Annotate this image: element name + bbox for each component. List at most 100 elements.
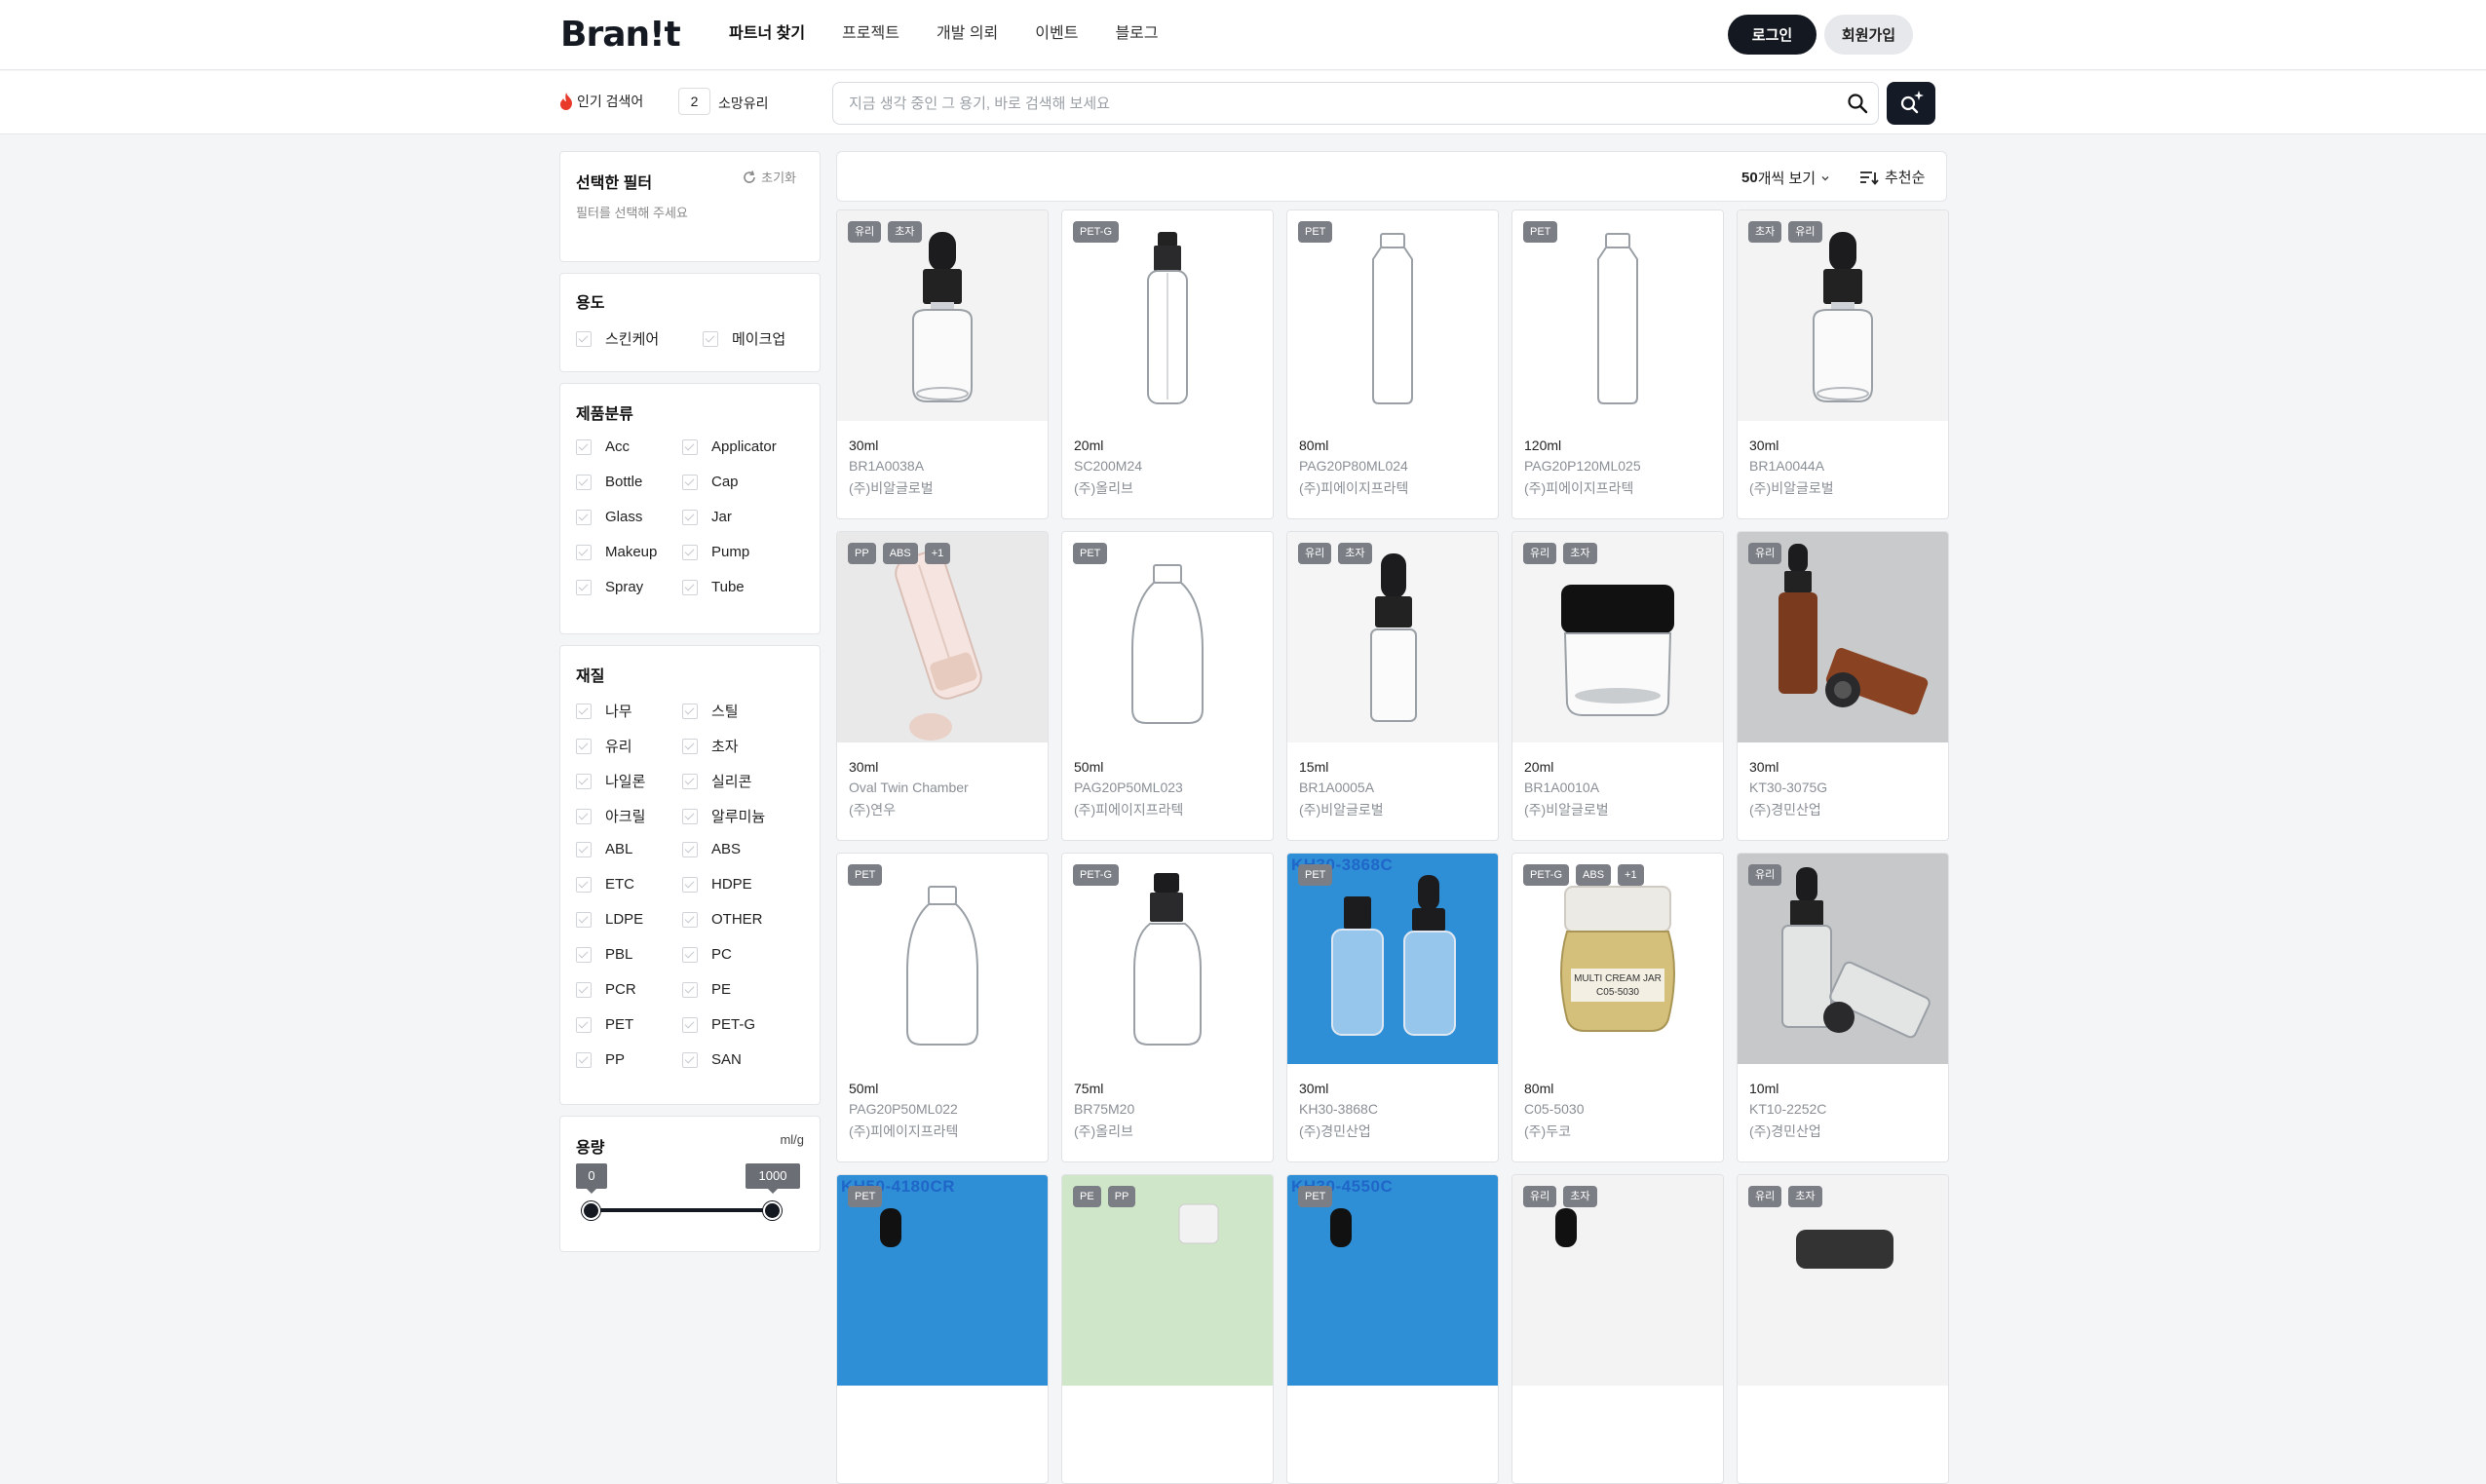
checkbox-box[interactable] — [576, 703, 592, 719]
product-card[interactable]: PET 50ml PAG20P50ML022 (주)피에이지프라텍 — [836, 853, 1049, 1162]
reset-filters-button[interactable]: 초기화 — [742, 168, 796, 186]
material-checkbox[interactable]: PP — [576, 1051, 625, 1068]
ai-search-button[interactable] — [1887, 82, 1935, 125]
product-card[interactable]: PET 50ml PAG20P50ML023 (주)피에이지프라텍 — [1061, 531, 1274, 841]
checkbox-box[interactable] — [576, 509, 592, 525]
checkbox-box[interactable] — [576, 1016, 592, 1033]
checkbox-box[interactable] — [682, 911, 698, 928]
material-checkbox[interactable]: PET-G — [682, 1016, 755, 1033]
category-checkbox-jar[interactable]: Jar — [682, 509, 732, 525]
material-checkbox[interactable]: ETC — [576, 876, 634, 893]
product-card[interactable]: 유리 30ml KT30-3075G (주)경민산업 — [1737, 531, 1949, 841]
product-card[interactable]: PP ABS +1 30ml Oval Twin Chamber (주)연우 — [836, 531, 1049, 841]
capacity-max-thumb[interactable] — [763, 1201, 782, 1220]
usage-makeup-checkbox[interactable]: 메이크업 — [703, 328, 785, 349]
checkbox-box[interactable] — [703, 330, 718, 347]
material-checkbox[interactable]: PCR — [576, 981, 636, 998]
checkbox-box[interactable] — [576, 474, 592, 490]
checkbox-box[interactable] — [576, 808, 592, 824]
category-checkbox-bottle[interactable]: Bottle — [576, 474, 642, 490]
category-checkbox-cap[interactable]: Cap — [682, 474, 739, 490]
login-button[interactable]: 로그인 — [1728, 15, 1817, 55]
checkbox-box[interactable] — [576, 946, 592, 963]
checkbox-box[interactable] — [682, 773, 698, 789]
product-card[interactable]: KH30-3868C PET 30ml KH30-3868C (주)경민산업 — [1286, 853, 1499, 1162]
material-checkbox[interactable]: OTHER — [682, 911, 763, 928]
checkbox-box[interactable] — [576, 1051, 592, 1068]
material-checkbox[interactable]: PE — [682, 981, 731, 998]
product-card[interactable]: PET 120ml PAG20P120ML025 (주)피에이지프라텍 — [1511, 209, 1724, 519]
checkbox-box[interactable] — [682, 474, 698, 490]
checkbox-box[interactable] — [576, 544, 592, 560]
nav-projects[interactable]: 프로젝트 — [842, 23, 899, 45]
product-card[interactable]: PET-G 75ml BR75M20 (주)올리브 — [1061, 853, 1274, 1162]
checkbox-box[interactable] — [576, 738, 592, 754]
checkbox-box[interactable] — [576, 330, 592, 347]
checkbox-box[interactable] — [682, 579, 698, 595]
product-card[interactable]: 유리 초자 — [1737, 1174, 1949, 1484]
per-page-select[interactable]: 50 개씩 보기 — [1741, 168, 1831, 188]
product-card[interactable]: 유리 10ml KT10-2252C (주)경민산업 — [1737, 853, 1949, 1162]
material-checkbox[interactable]: LDPE — [576, 911, 643, 928]
capacity-min-thumb[interactable] — [582, 1201, 600, 1220]
checkbox-box[interactable] — [682, 544, 698, 560]
category-checkbox-spray[interactable]: Spray — [576, 579, 643, 595]
material-checkbox[interactable]: 초자 — [682, 736, 739, 756]
category-checkbox-applicator[interactable]: Applicator — [682, 438, 777, 455]
checkbox-box[interactable] — [576, 438, 592, 455]
category-checkbox-makeup[interactable]: Makeup — [576, 544, 657, 560]
category-checkbox-tube[interactable]: Tube — [682, 579, 745, 595]
usage-skincare-checkbox[interactable]: 스킨케어 — [576, 328, 659, 349]
material-checkbox[interactable]: PBL — [576, 946, 632, 963]
checkbox-box[interactable] — [682, 509, 698, 525]
checkbox-box[interactable] — [682, 438, 698, 455]
checkbox-box[interactable] — [682, 876, 698, 893]
checkbox-box[interactable] — [682, 946, 698, 963]
material-checkbox[interactable]: 알루미늄 — [682, 806, 765, 826]
material-checkbox[interactable]: 스틸 — [682, 701, 739, 721]
nav-blog[interactable]: 블로그 — [1115, 23, 1158, 45]
signup-button[interactable]: 회원가입 — [1824, 15, 1913, 55]
product-card[interactable]: 유리 초자 30ml BR1A0038A (주)비알글로벌 — [836, 209, 1049, 519]
checkbox-box[interactable] — [682, 1051, 698, 1068]
checkbox-box[interactable] — [682, 841, 698, 857]
search-input[interactable] — [832, 82, 1879, 125]
material-checkbox[interactable]: 아크릴 — [576, 806, 645, 826]
material-checkbox[interactable]: 나일론 — [576, 771, 645, 791]
product-card[interactable]: KH30-4550C PET — [1286, 1174, 1499, 1484]
nav-dev-request[interactable]: 개발 의뢰 — [937, 23, 998, 45]
product-card[interactable]: PET-G 20ml SC200M24 (주)올리브 — [1061, 209, 1274, 519]
sort-select[interactable]: 추천순 — [1859, 167, 1925, 187]
category-checkbox-glass[interactable]: Glass — [576, 509, 642, 525]
checkbox-box[interactable] — [576, 579, 592, 595]
checkbox-box[interactable] — [576, 911, 592, 928]
checkbox-box[interactable] — [576, 773, 592, 789]
product-card[interactable]: PE PP — [1061, 1174, 1274, 1484]
popular-term[interactable]: 소망유리 — [718, 94, 769, 113]
material-checkbox[interactable]: 나무 — [576, 701, 632, 721]
material-checkbox[interactable]: PC — [682, 946, 732, 963]
category-checkbox-acc[interactable]: Acc — [576, 438, 630, 455]
checkbox-box[interactable] — [682, 808, 698, 824]
checkbox-box[interactable] — [682, 981, 698, 998]
material-checkbox[interactable]: ABL — [576, 841, 632, 857]
product-card[interactable]: 유리 초자 — [1511, 1174, 1724, 1484]
product-card[interactable]: 유리 초자 20ml BR1A0010A (주)비알글로벌 — [1511, 531, 1724, 841]
brand-logo[interactable]: Bran!t — [560, 16, 681, 55]
nav-events[interactable]: 이벤트 — [1035, 23, 1078, 45]
product-card[interactable]: KH50-4180CR PET — [836, 1174, 1049, 1484]
checkbox-box[interactable] — [682, 738, 698, 754]
checkbox-box[interactable] — [576, 876, 592, 893]
material-checkbox[interactable]: 실리콘 — [682, 771, 751, 791]
checkbox-box[interactable] — [682, 1016, 698, 1033]
product-card[interactable]: PET 80ml PAG20P80ML024 (주)피에이지프라텍 — [1286, 209, 1499, 519]
checkbox-box[interactable] — [576, 981, 592, 998]
search-icon[interactable] — [1846, 92, 1869, 115]
material-checkbox[interactable]: ABS — [682, 841, 741, 857]
checkbox-box[interactable] — [682, 703, 698, 719]
product-card[interactable]: 유리 초자 15ml BR1A0005A (주)비알글로벌 — [1286, 531, 1499, 841]
checkbox-box[interactable] — [576, 841, 592, 857]
material-checkbox[interactable]: SAN — [682, 1051, 742, 1068]
category-checkbox-pump[interactable]: Pump — [682, 544, 749, 560]
material-checkbox[interactable]: 유리 — [576, 736, 632, 756]
